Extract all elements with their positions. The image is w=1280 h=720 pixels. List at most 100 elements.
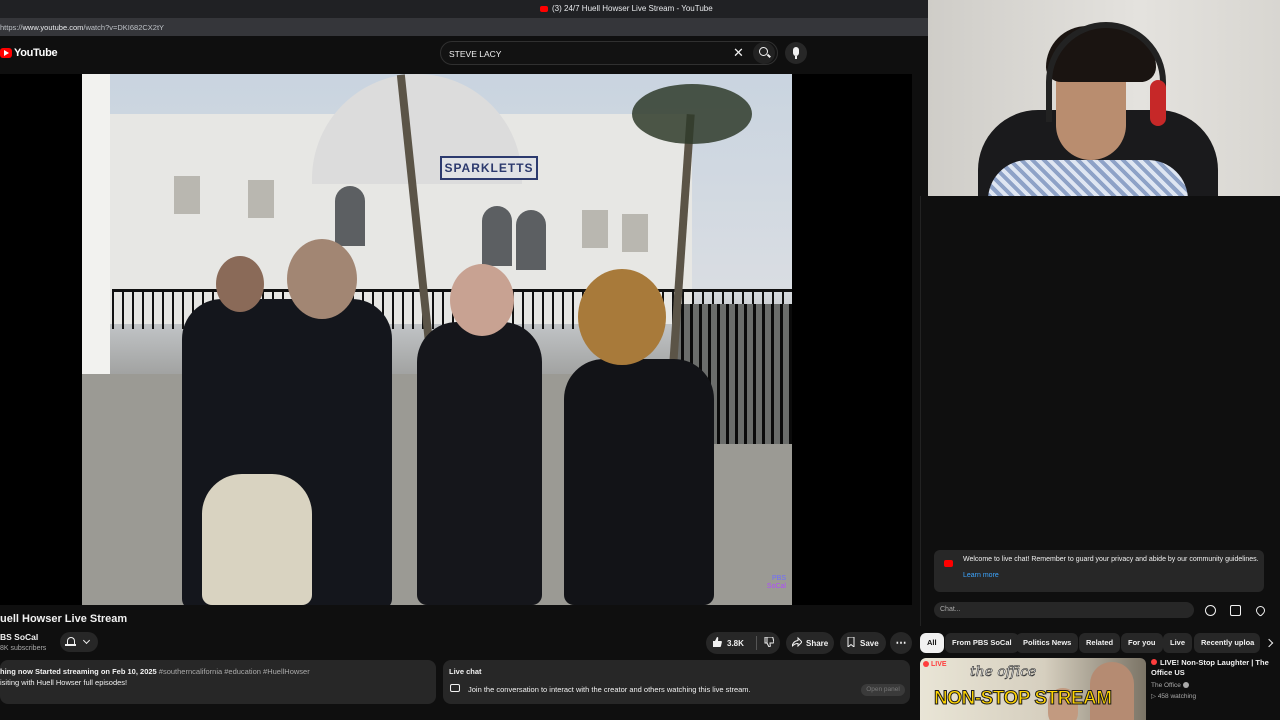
chip-politics-news[interactable]: Politics News xyxy=(1016,633,1079,653)
address-bar[interactable]: https://www.youtube.com/watch?v=DKI682CX… xyxy=(0,18,928,36)
person-suit xyxy=(417,322,542,605)
search-input[interactable]: STEVE LACY xyxy=(449,49,501,59)
arch-window xyxy=(482,206,512,266)
person-head xyxy=(216,256,264,312)
recommended-video-title[interactable]: LIVE! Non-Stop Laughter | The Office US xyxy=(1151,658,1278,678)
youtube-header: YouTube STEVE LACY ✕ xyxy=(0,38,920,70)
welcome-text: Welcome to live chat! Remember to guard … xyxy=(963,556,1259,563)
like-count: 3.8K xyxy=(727,639,744,648)
search-box[interactable]: STEVE LACY ✕ xyxy=(440,41,778,65)
window xyxy=(174,176,200,214)
more-actions-button[interactable]: ⋯ xyxy=(890,632,912,654)
logo-wordmark: YouTube xyxy=(14,47,58,59)
chip-from-pbs-socal[interactable]: From PBS SoCal xyxy=(945,633,1019,653)
search-icon xyxy=(759,47,768,56)
video-frame: SPARKLETTS PBS SoCal xyxy=(82,74,792,605)
youtube-play-icon xyxy=(0,48,12,58)
streamer-shirt xyxy=(988,160,1188,196)
more-dots-icon: ⋯ xyxy=(895,637,907,649)
live-chat-panel: Welcome to live chat! Remember to guard … xyxy=(920,196,1280,626)
window xyxy=(622,214,648,252)
save-button[interactable]: Save xyxy=(840,632,886,654)
youtube-favicon-icon xyxy=(540,6,548,12)
live-badge-text: LIVE xyxy=(931,661,947,668)
window xyxy=(582,210,608,248)
stream-info: hing now Started streaming on Feb 10, 20… xyxy=(0,667,157,676)
pillar xyxy=(82,74,110,374)
browser-tab-title[interactable]: (3) 24/7 Huell Howser Live Stream - YouT… xyxy=(540,4,713,13)
chip-live[interactable]: Live xyxy=(1163,633,1193,653)
share-label: Share xyxy=(806,639,829,648)
chat-placeholder: Chat... xyxy=(940,606,961,613)
heart-icon[interactable] xyxy=(1254,604,1267,617)
search-button[interactable] xyxy=(753,42,775,64)
clear-search-icon[interactable]: ✕ xyxy=(733,46,744,60)
video-player[interactable]: SPARKLETTS PBS SoCal xyxy=(0,74,912,605)
thumbnail-show-logo: the office xyxy=(970,664,1037,681)
live-dot-icon xyxy=(923,661,929,667)
dislike-button[interactable] xyxy=(758,632,780,654)
chip-for-you[interactable]: For you xyxy=(1121,633,1163,653)
live-viewers-icon: ▷ xyxy=(1151,693,1158,700)
chip-related[interactable]: Related xyxy=(1079,633,1121,653)
watermark-line1: PBS xyxy=(771,575,786,582)
person-hair xyxy=(578,269,666,365)
notifications-button[interactable] xyxy=(60,632,98,652)
thumbs-down-icon xyxy=(764,637,774,647)
watermark-line2: SoCal xyxy=(766,583,786,590)
recommended-channel-name: The Office xyxy=(1151,682,1181,689)
webcam-overlay xyxy=(928,0,1280,196)
chevron-down-icon xyxy=(82,636,91,645)
emoji-icon[interactable] xyxy=(1205,605,1216,616)
share-icon xyxy=(792,637,802,647)
live-chat-message: Join the conversation to interact with t… xyxy=(468,685,751,694)
live-dot-icon xyxy=(1151,659,1157,665)
like-dislike-group: 3.8K xyxy=(706,632,780,654)
hashtags[interactable]: #southerncalifornia #education #HuellHow… xyxy=(157,667,310,676)
live-badge: LIVE xyxy=(923,661,947,668)
youtube-logo[interactable]: YouTube xyxy=(0,47,58,59)
chip-recently-uploaded[interactable]: Recently uploa xyxy=(1194,633,1260,653)
live-chat-card: Live chat Join the conversation to inter… xyxy=(443,660,910,704)
url-host: www.youtube.com xyxy=(22,23,84,32)
thumbnail-headline: NON-STOP STREAM xyxy=(934,688,1113,710)
recommendation-chips: All From PBS SoCal Politics News Related… xyxy=(920,633,1280,653)
person-jacket xyxy=(564,359,714,605)
description-text: isiting with Huell Howser full episodes! xyxy=(0,678,128,687)
chat-input[interactable]: Chat... xyxy=(934,602,1194,618)
recommended-title-text: LIVE! Non-Stop Laughter | The Office US xyxy=(1151,658,1269,677)
description-meta: hing now Started streaming on Feb 10, 20… xyxy=(0,667,310,676)
url-text: https://www.youtube.com/watch?v=DKI682CX… xyxy=(0,23,164,32)
video-title: uell Howser Live Stream xyxy=(0,613,128,625)
open-panel-button[interactable]: Open panel xyxy=(861,684,905,696)
person-head xyxy=(450,264,514,336)
url-scheme: https:// xyxy=(0,23,23,32)
recommended-channel[interactable]: The Office xyxy=(1151,682,1189,689)
learn-more-link[interactable]: Learn more xyxy=(963,572,999,579)
bookmark-icon xyxy=(847,637,855,647)
person-pants xyxy=(202,474,312,605)
chat-bubble-icon xyxy=(450,684,460,692)
verified-icon xyxy=(1182,682,1189,688)
watching-count: 458 watching xyxy=(1157,693,1197,700)
microphone-icon xyxy=(793,47,799,56)
bell-icon xyxy=(65,637,76,646)
palm-fronds xyxy=(632,84,752,144)
subscriber-count: 8K subscribers xyxy=(0,645,47,652)
share-button[interactable]: Share xyxy=(786,632,834,654)
recommended-video-thumbnail[interactable]: LIVE the office NON-STOP STREAM xyxy=(920,658,1146,720)
browser-title-bar: (3) 24/7 Huell Howser Live Stream - YouT… xyxy=(0,0,928,18)
chevron-right-icon[interactable] xyxy=(1264,638,1274,648)
youtube-icon xyxy=(944,560,953,567)
super-chat-icon[interactable] xyxy=(1230,605,1241,616)
pbs-watermark: PBS SoCal xyxy=(767,575,786,591)
channel-name[interactable]: BS SoCal xyxy=(0,632,38,642)
tab-title-text: (3) 24/7 Huell Howser Live Stream - YouT… xyxy=(552,4,713,13)
like-button[interactable]: 3.8K xyxy=(706,632,756,654)
voice-search-button[interactable] xyxy=(785,42,807,64)
recommended-viewers: ▷ 458 watching xyxy=(1151,692,1196,700)
description-box[interactable]: hing now Started streaming on Feb 10, 20… xyxy=(0,660,436,704)
chat-welcome-notice: Welcome to live chat! Remember to guard … xyxy=(934,550,1264,592)
headset-earcup xyxy=(1150,80,1166,126)
chip-all[interactable]: All xyxy=(920,633,944,653)
